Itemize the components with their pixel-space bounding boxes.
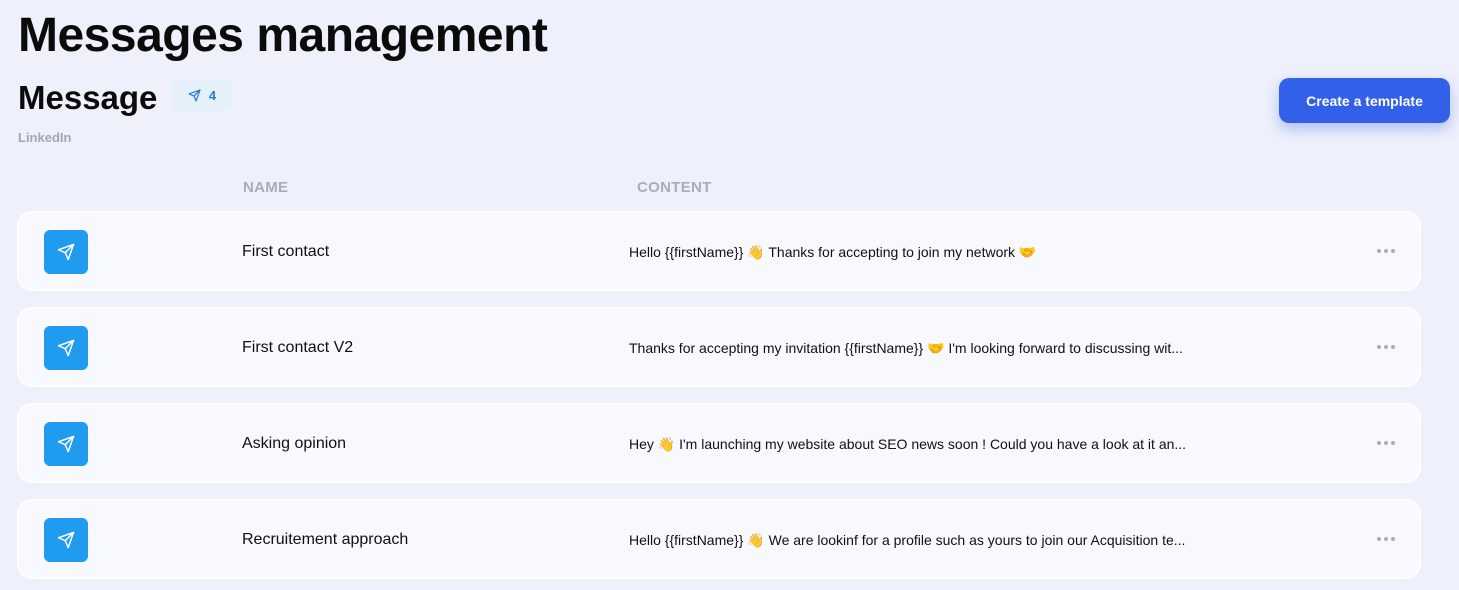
table-row[interactable]: Recruitement approach Hello {{firstName}… [18,500,1420,578]
create-template-button[interactable]: Create a template [1279,78,1450,123]
column-header-name: NAME [243,179,289,196]
row-name: First contact [242,243,330,260]
row-name: First contact V2 [242,339,354,356]
send-icon [44,326,88,370]
more-horizontal-icon[interactable] [1371,529,1401,549]
table-row[interactable]: Asking opinion Hey 👋 I'm launching my we… [18,404,1420,482]
more-horizontal-icon[interactable] [1371,433,1401,453]
send-icon [44,518,88,562]
row-content: Hey 👋 I'm launching my website about SEO… [629,436,1187,452]
channel-label: LinkedIn [18,130,72,145]
more-horizontal-icon[interactable] [1371,337,1401,357]
page-title: Messages management [18,9,548,62]
column-header-content: CONTENT [637,179,712,196]
row-content: Thanks for accepting my invitation {{fir… [629,340,1183,356]
table-row[interactable]: First contact V2 Thanks for accepting my… [18,308,1420,386]
message-count-badge: 4 [172,80,232,111]
more-horizontal-icon[interactable] [1371,241,1401,261]
send-icon [44,422,88,466]
section-title: Message [18,79,158,116]
send-icon [44,230,88,274]
row-content: Hello {{firstName}} 👋 Thanks for accepti… [629,244,1037,260]
row-name: Recruitement approach [242,531,409,548]
send-icon [188,89,201,102]
table-row[interactable]: First contact Hello {{firstName}} 👋 Than… [18,212,1420,290]
row-content: Hello {{firstName}} 👋 We are lookinf for… [629,532,1186,548]
row-name: Asking opinion [242,435,347,452]
message-count: 4 [208,88,217,103]
